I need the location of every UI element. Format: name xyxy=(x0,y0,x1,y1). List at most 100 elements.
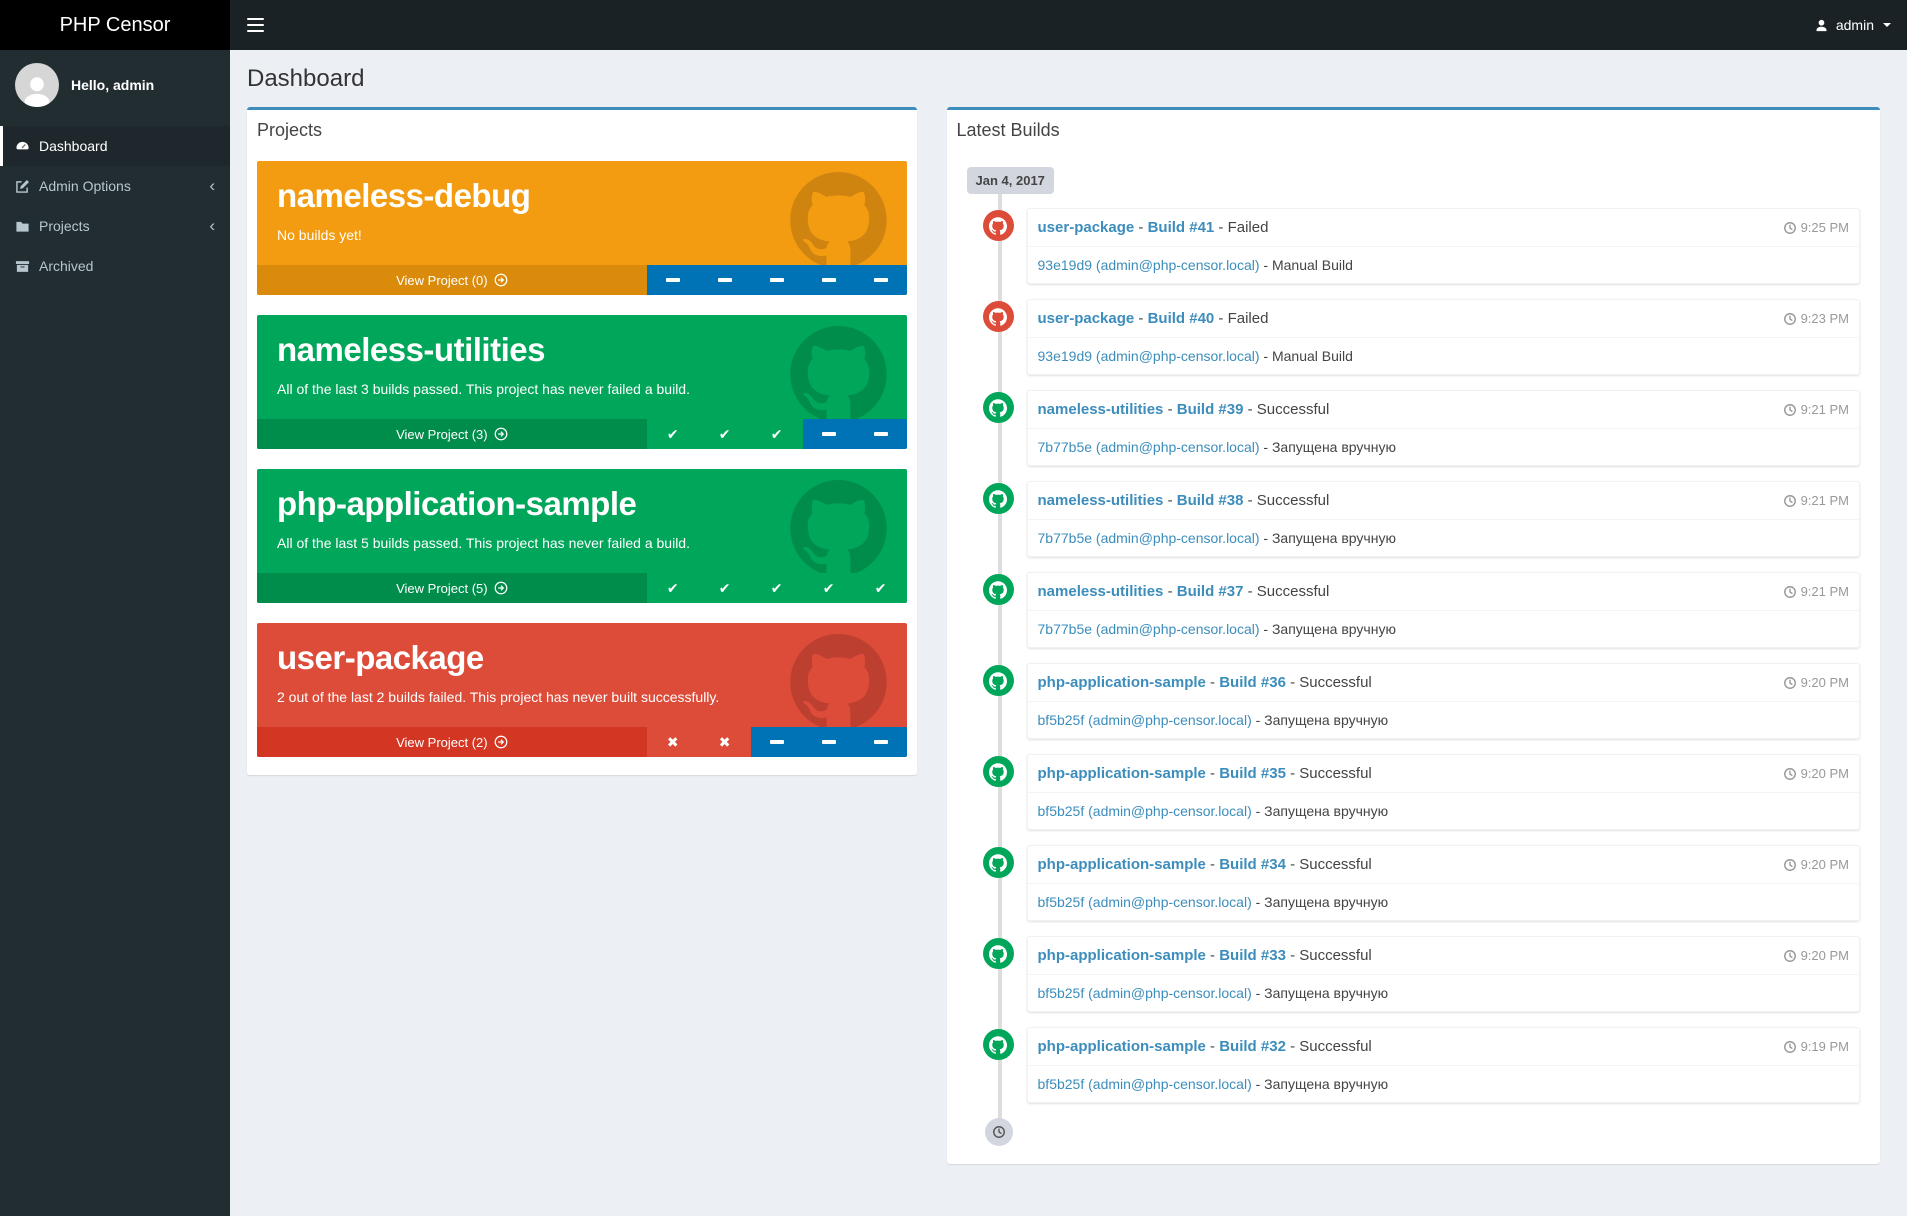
build-status-square-none[interactable] xyxy=(854,265,907,295)
build-time-text: 9:21 PM xyxy=(1800,584,1849,599)
build-status-square-none[interactable] xyxy=(854,727,907,757)
build-project-link[interactable]: user-package xyxy=(1038,219,1135,236)
timeline-end-clock-icon xyxy=(984,1118,1013,1146)
build-project-link[interactable]: nameless-utilities xyxy=(1038,583,1164,600)
view-project-button[interactable]: View Project (0) xyxy=(257,265,647,295)
build-status-square-ok[interactable]: ✔ xyxy=(802,573,855,603)
sidebar: Hello, admin Dashboard Admin Options ‹ P… xyxy=(0,50,230,1216)
view-project-button[interactable]: View Project (5) xyxy=(257,573,647,603)
build-number-link[interactable]: Build #37 xyxy=(1177,583,1244,600)
brand-logo[interactable]: PHP Censor xyxy=(0,0,230,50)
build-number-link[interactable]: Build #33 xyxy=(1219,947,1286,964)
build-commit-link[interactable]: bf5b25f (admin@php-censor.local) xyxy=(1038,803,1252,819)
build-commit-link[interactable]: bf5b25f (admin@php-censor.local) xyxy=(1038,894,1252,910)
build-title: php-application-sample - Build #36 - Suc… xyxy=(1037,674,1372,691)
build-status-square-ok[interactable]: ✔ xyxy=(854,573,907,603)
sidebar-item-dashboard[interactable]: Dashboard xyxy=(0,126,230,166)
build-commit-link[interactable]: 7b77b5e (admin@php-censor.local) xyxy=(1038,439,1260,455)
view-project-button[interactable]: View Project (3) xyxy=(257,419,647,449)
build-status-text: - Successful xyxy=(1285,1038,1372,1055)
build-note-text: - Запущена вручную xyxy=(1251,985,1389,1001)
build-status-square-none[interactable] xyxy=(802,419,855,449)
build-time-text: 9:21 PM xyxy=(1800,402,1849,417)
github-build-icon xyxy=(982,392,1014,423)
build-status-square-ok[interactable]: ✔ xyxy=(750,419,803,449)
build-project-link[interactable]: php-application-sample xyxy=(1038,947,1206,964)
build-number-link[interactable]: Build #39 xyxy=(1177,401,1244,418)
build-status-square-ok[interactable]: ✔ xyxy=(646,419,699,449)
build-number-link[interactable]: Build #40 xyxy=(1148,310,1215,327)
build-commit-link[interactable]: bf5b25f (admin@php-censor.local) xyxy=(1038,985,1252,1001)
build-status-square-ok[interactable]: ✔ xyxy=(698,573,751,603)
clock-icon xyxy=(1783,858,1796,871)
build-commit-link[interactable]: bf5b25f (admin@php-censor.local) xyxy=(1038,712,1252,728)
build-commit-link[interactable]: 93e19d9 (admin@php-censor.local) xyxy=(1038,348,1260,364)
build-status-square-none[interactable] xyxy=(698,265,751,295)
project-card: nameless-utilities All of the last 3 bui… xyxy=(257,315,907,449)
build-project-link[interactable]: php-application-sample xyxy=(1038,674,1206,691)
view-project-button[interactable]: View Project (2) xyxy=(257,727,647,757)
build-title: user-package - Build #41 - Failed xyxy=(1037,219,1269,236)
arrow-circle-right-icon xyxy=(494,581,507,595)
github-build-icon xyxy=(982,938,1014,969)
build-status-square-ok[interactable]: ✔ xyxy=(750,573,803,603)
build-status-square-none[interactable] xyxy=(646,265,699,295)
github-build-icon xyxy=(982,210,1014,241)
build-status-square-none[interactable] xyxy=(802,265,855,295)
latest-builds-title: Latest Builds xyxy=(956,120,1060,140)
build-status-square-ok[interactable]: ✔ xyxy=(646,573,699,603)
build-number-link[interactable]: Build #32 xyxy=(1219,1038,1286,1055)
build-number-link[interactable]: Build #36 xyxy=(1219,674,1286,691)
edit-icon xyxy=(16,179,29,193)
build-status-square-none[interactable] xyxy=(750,265,803,295)
build-project-link[interactable]: nameless-utilities xyxy=(1038,401,1164,418)
build-status-text: - Failed xyxy=(1214,310,1269,327)
sidebar-item-admin-options[interactable]: Admin Options ‹ xyxy=(0,166,230,206)
build-project-link[interactable]: php-application-sample xyxy=(1038,856,1206,873)
build-number-link[interactable]: Build #35 xyxy=(1219,765,1286,782)
build-commit-link[interactable]: 7b77b5e (admin@php-censor.local) xyxy=(1038,530,1260,546)
build-status-text: - Successful xyxy=(1285,856,1372,873)
build-timeline-item: php-application-sample - Build #35 - Suc… xyxy=(967,754,1860,830)
build-time-text: 9:23 PM xyxy=(1800,311,1849,326)
build-commit-link[interactable]: bf5b25f (admin@php-censor.local) xyxy=(1038,1076,1252,1092)
build-status-square-fail[interactable]: ✖ xyxy=(646,727,699,757)
build-status-square-fail[interactable]: ✖ xyxy=(698,727,751,757)
build-timeline-item: php-application-sample - Build #36 - Suc… xyxy=(967,663,1860,739)
build-time-text: 9:20 PM xyxy=(1800,948,1849,963)
build-note-text: - Manual Build xyxy=(1259,348,1353,364)
clock-icon xyxy=(1783,585,1796,598)
user-menu-button[interactable]: admin xyxy=(1798,0,1907,50)
build-number-link[interactable]: Build #41 xyxy=(1148,219,1215,236)
sidebar-greeting: Hello, admin xyxy=(71,77,155,93)
avatar xyxy=(15,63,59,107)
sidebar-item-archived[interactable]: Archived xyxy=(0,246,230,286)
github-build-icon xyxy=(982,301,1014,332)
clock-icon xyxy=(1783,767,1796,780)
sidebar-item-projects[interactable]: Projects ‹ xyxy=(0,206,230,246)
github-build-icon xyxy=(982,574,1014,605)
build-note-text: - Запущена вручную xyxy=(1259,439,1396,455)
build-number-link[interactable]: Build #34 xyxy=(1219,856,1286,873)
project-card-footer: View Project (0) xyxy=(257,265,907,295)
build-status-square-none[interactable] xyxy=(802,727,855,757)
build-project-link[interactable]: user-package xyxy=(1038,310,1135,327)
build-commit-link[interactable]: 93e19d9 (admin@php-censor.local) xyxy=(1038,257,1260,273)
build-commit-line: bf5b25f (admin@php-censor.local) - Запущ… xyxy=(1028,1066,1859,1102)
build-status-square-none[interactable] xyxy=(854,419,907,449)
build-status-square-none[interactable] xyxy=(750,727,803,757)
build-commit-link[interactable]: 7b77b5e (admin@php-censor.local) xyxy=(1038,621,1260,637)
sidebar-toggle-button[interactable] xyxy=(230,0,280,50)
build-title: php-application-sample - Build #32 - Suc… xyxy=(1037,1038,1372,1055)
build-note-text: - Запущена вручную xyxy=(1251,1076,1389,1092)
navbar: admin xyxy=(230,0,1907,50)
project-title: php-application-sample xyxy=(277,485,637,522)
build-status-text: - Successful xyxy=(1243,583,1330,600)
build-status-square-ok[interactable]: ✔ xyxy=(698,419,751,449)
build-project-link[interactable]: php-application-sample xyxy=(1038,1038,1206,1055)
build-number-link[interactable]: Build #38 xyxy=(1177,492,1244,509)
build-time: 9:20 PM xyxy=(1783,675,1849,690)
project-title: user-package xyxy=(277,639,484,676)
build-project-link[interactable]: nameless-utilities xyxy=(1038,492,1164,509)
build-project-link[interactable]: php-application-sample xyxy=(1038,765,1206,782)
